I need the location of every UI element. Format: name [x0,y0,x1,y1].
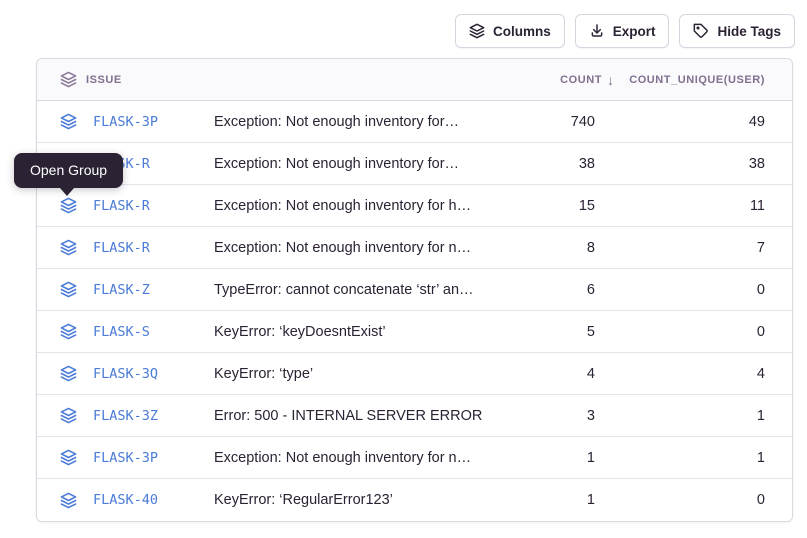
table-toolbar: Columns Export Hide Tags [455,14,795,48]
issue-title: Exception: Not enough inventory for n… [214,240,499,256]
issue-title: Exception: Not enough inventory for h… [214,198,499,214]
count-value: 8 [499,240,595,256]
table-row[interactable]: FLASK-R Exception: Not enough inventory … [37,143,792,185]
table-row[interactable]: FLASK-3Q KeyError: ‘type’ 4 4 [37,353,792,395]
table-header-row: ISSUE COUNT ↓ COUNT_UNIQUE(USER) [37,59,792,101]
open-group-icon[interactable] [60,449,77,466]
issue-link[interactable]: FLASK-Z [93,282,150,298]
count-unique-value: 1 [595,450,765,466]
issue-title: KeyError: ‘keyDoesntExist’ [214,324,499,340]
count-unique-value: 4 [595,366,765,382]
table-row[interactable]: FLASK-40 KeyError: ‘RegularError123’ 1 0 [37,479,792,521]
count-value: 1 [499,450,595,466]
count-value: 4 [499,366,595,382]
count-unique-value: 49 [595,114,765,130]
table-row[interactable]: FLASK-R Exception: Not enough inventory … [37,227,792,269]
count-value: 740 [499,114,595,130]
open-group-icon[interactable] [60,365,77,382]
results-table: ISSUE COUNT ↓ COUNT_UNIQUE(USER) FLASK-3… [36,58,793,522]
column-header-issue-label: ISSUE [86,74,122,86]
column-header-issue[interactable]: ISSUE [37,71,214,88]
issue-title: Exception: Not enough inventory for n… [214,450,499,466]
count-unique-value: 7 [595,240,765,256]
layers-icon [60,71,77,88]
issue-link[interactable]: FLASK-3Q [93,366,158,382]
open-group-icon[interactable] [60,492,77,509]
table-row[interactable]: FLASK-S KeyError: ‘keyDoesntExist’ 5 0 [37,311,792,353]
issue-title: KeyError: ‘type’ [214,366,499,382]
count-unique-value: 0 [595,492,765,508]
export-button[interactable]: Export [575,14,670,48]
table-row[interactable]: FLASK-R Exception: Not enough inventory … [37,185,792,227]
table-body: FLASK-3P Exception: Not enough inventory… [37,101,792,521]
count-value: 1 [499,492,595,508]
table-row[interactable]: FLASK-3P Exception: Not enough inventory… [37,101,792,143]
issue-title: Exception: Not enough inventory for… [214,156,499,172]
hide-tags-button[interactable]: Hide Tags [679,14,795,48]
open-group-icon[interactable] [60,197,77,214]
count-value: 3 [499,408,595,424]
columns-button[interactable]: Columns [455,14,565,48]
count-unique-value: 0 [595,324,765,340]
issue-title: KeyError: ‘RegularError123’ [214,492,499,508]
download-icon [589,23,605,39]
count-unique-value: 1 [595,408,765,424]
count-unique-value: 0 [595,282,765,298]
open-group-icon[interactable] [60,407,77,424]
columns-button-label: Columns [493,24,551,39]
layers-icon [469,23,485,39]
tag-icon [693,23,709,39]
issue-link[interactable]: FLASK-3P [93,450,158,466]
count-value: 38 [499,156,595,172]
open-group-icon[interactable] [60,323,77,340]
issue-link[interactable]: FLASK-40 [93,492,158,508]
open-group-tooltip: Open Group [14,153,123,188]
issue-link[interactable]: FLASK-R [93,240,150,256]
open-group-icon[interactable] [60,281,77,298]
issue-title: TypeError: cannot concatenate ‘str’ an… [214,282,499,298]
table-row[interactable]: FLASK-Z TypeError: cannot concatenate ‘s… [37,269,792,311]
hide-tags-button-label: Hide Tags [717,24,781,39]
count-unique-value: 11 [595,198,765,214]
table-row[interactable]: FLASK-3P Exception: Not enough inventory… [37,437,792,479]
count-value: 15 [499,198,595,214]
column-header-count-unique[interactable]: COUNT_UNIQUE(USER) [595,74,765,86]
open-group-tooltip-label: Open Group [30,162,107,178]
issue-link[interactable]: FLASK-R [93,198,150,214]
count-value: 5 [499,324,595,340]
count-value: 6 [499,282,595,298]
issue-link[interactable]: FLASK-S [93,324,150,340]
issue-title: Exception: Not enough inventory for… [214,114,499,130]
column-header-count-unique-label: COUNT_UNIQUE(USER) [629,74,765,86]
table-row[interactable]: FLASK-3Z Error: 500 - INTERNAL SERVER ER… [37,395,792,437]
issue-title: Error: 500 - INTERNAL SERVER ERROR [214,408,499,424]
open-group-icon[interactable] [60,113,77,130]
issue-link[interactable]: FLASK-3P [93,114,158,130]
issue-link[interactable]: FLASK-3Z [93,408,158,424]
export-button-label: Export [613,24,656,39]
open-group-icon[interactable] [60,239,77,256]
count-unique-value: 38 [595,156,765,172]
